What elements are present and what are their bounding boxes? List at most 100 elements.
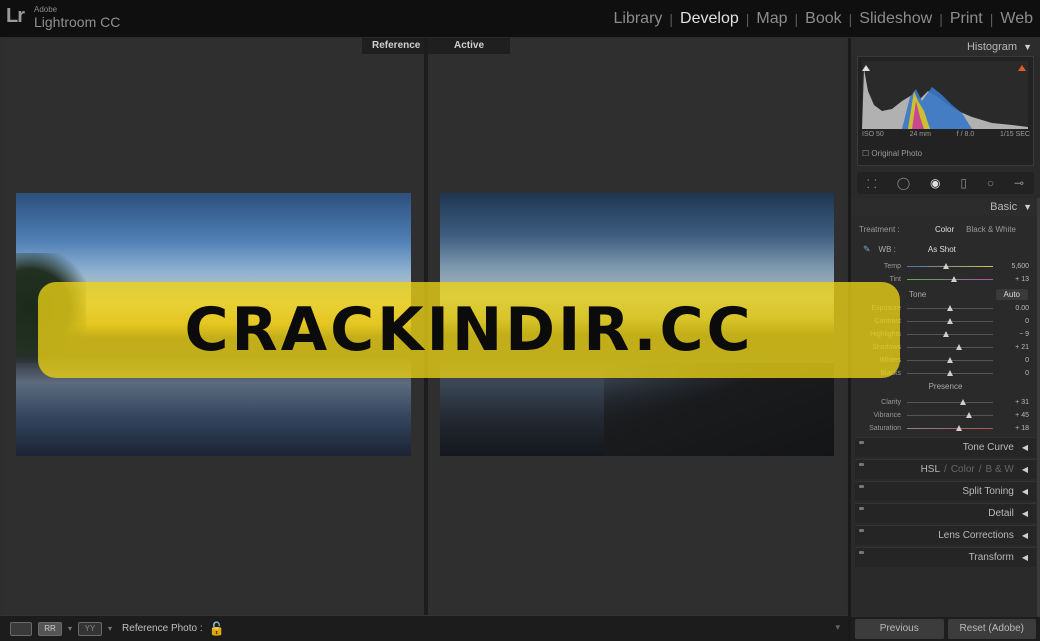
panel-footer: Previous Reset (Adobe) (851, 617, 1040, 641)
slider-track[interactable] (907, 318, 993, 324)
slider-track[interactable] (907, 370, 993, 376)
slider-clarity[interactable]: Clarity + 31 (855, 396, 1036, 409)
reference-photo-label: Reference Photo : (122, 623, 203, 634)
color-tab[interactable]: Color (951, 464, 975, 475)
loupe-view-button[interactable] (10, 621, 32, 636)
hsl-separator: / (944, 464, 947, 475)
lens-corrections-panel[interactable]: Lens Corrections ◀ (855, 525, 1036, 545)
collapse-arrow-icon[interactable]: ▼ (1023, 202, 1032, 212)
panel-switch-icon[interactable] (859, 551, 864, 554)
expand-arrow-icon[interactable]: ◀ (1022, 509, 1028, 518)
expand-arrow-icon[interactable]: ◀ (1022, 531, 1028, 540)
module-print[interactable]: Print (943, 10, 990, 28)
module-web[interactable]: Web (993, 10, 1040, 28)
eyedropper-icon[interactable]: ✎ (863, 244, 871, 255)
slider-value[interactable]: + 31 (993, 399, 1029, 406)
slider-value[interactable]: 5,600 (993, 263, 1029, 270)
slider-knob[interactable] (947, 357, 953, 363)
slider-knob[interactable] (959, 399, 966, 405)
original-photo-checkbox[interactable]: ☐ Original Photo (862, 149, 922, 158)
detail-panel[interactable]: Detail ◀ (855, 503, 1036, 523)
toolbar-menu-icon[interactable]: ▾ (835, 622, 840, 633)
histogram[interactable]: ISO 50 24 mm f / 8.0 1/15 SEC ☐ Original… (857, 56, 1034, 166)
slider-track[interactable] (907, 344, 993, 350)
auto-tone-button[interactable]: Auto (995, 288, 1028, 300)
slider-label: Saturation (869, 425, 901, 432)
slider-value[interactable]: + 45 (993, 412, 1029, 419)
bottom-toolbar: RR ▾ YY ▾ Reference Photo : 🔓 ▾ (0, 615, 848, 641)
slider-track[interactable] (907, 425, 993, 431)
panel-switch-icon[interactable] (859, 463, 864, 466)
module-develop[interactable]: Develop (673, 10, 746, 28)
reset-button[interactable]: Reset (Adobe) (947, 619, 1036, 639)
panel-switch-icon[interactable] (859, 485, 864, 488)
slider-track[interactable] (907, 399, 993, 405)
slider-knob[interactable] (955, 425, 962, 431)
previous-button[interactable]: Previous (855, 619, 944, 639)
panel-switch-icon[interactable] (859, 529, 864, 532)
split-toning-panel[interactable]: Split Toning ◀ (855, 481, 1036, 501)
chevron-down-icon[interactable]: ▾ (68, 624, 72, 633)
before-after-button[interactable]: YY (78, 621, 103, 636)
slider-value[interactable]: − 9 (993, 331, 1029, 338)
slider-track[interactable] (907, 276, 993, 282)
red-eye-icon[interactable]: ◉ (930, 176, 940, 190)
slider-track[interactable] (907, 357, 993, 363)
slider-knob[interactable] (947, 305, 953, 311)
slider-saturation[interactable]: Saturation + 18 (855, 422, 1036, 435)
module-map[interactable]: Map (749, 10, 794, 28)
tool-strip: ⸬ ◯ ◉ ▯ ○ ⊸ (857, 172, 1034, 194)
treatment-bw-button[interactable]: Black & White (966, 225, 1016, 234)
slider-value[interactable]: 0 (993, 357, 1029, 364)
watermark-text: CRACKINDIR.CC (184, 295, 754, 365)
hsl-panel[interactable]: HSL / Color / B & W ◀ (855, 459, 1036, 479)
slider-value[interactable]: 0 (993, 370, 1029, 377)
histogram-header[interactable]: Histogram ▼ (851, 38, 1040, 56)
module-library[interactable]: Library (607, 10, 670, 28)
slider-knob[interactable] (955, 344, 962, 350)
basic-header[interactable]: Basic ▼ (851, 198, 1040, 216)
hsl-tab[interactable]: HSL (921, 464, 940, 475)
tone-curve-panel[interactable]: Tone Curve ◀ (855, 437, 1036, 457)
slider-track[interactable] (907, 331, 993, 337)
slider-track[interactable] (907, 263, 993, 269)
transform-panel[interactable]: Transform ◀ (855, 547, 1036, 567)
slider-value[interactable]: + 13 (993, 276, 1029, 283)
module-slideshow[interactable]: Slideshow (852, 10, 939, 28)
chevron-down-icon[interactable]: ▾ (108, 624, 112, 633)
slider-track[interactable] (907, 305, 993, 311)
slider-temp[interactable]: Temp 5,600 (855, 260, 1036, 273)
crop-icon[interactable]: ⸬ (867, 175, 877, 192)
module-book[interactable]: Book (798, 10, 848, 28)
collapse-arrow-icon[interactable]: ▼ (1023, 42, 1032, 52)
panel-switch-icon[interactable] (859, 441, 864, 444)
graduated-filter-icon[interactable]: ▯ (960, 176, 967, 190)
expand-arrow-icon[interactable]: ◀ (1022, 443, 1028, 452)
adjustment-brush-icon[interactable]: ⊸ (1014, 176, 1024, 190)
slider-knob[interactable] (947, 318, 953, 324)
treatment-color-button[interactable]: Color (935, 225, 954, 234)
slider-value[interactable]: + 18 (993, 425, 1029, 432)
expand-arrow-icon[interactable]: ◀ (1022, 487, 1028, 496)
wb-select[interactable]: As Shot (928, 245, 956, 254)
panel-switch-icon[interactable] (859, 507, 864, 510)
slider-vibrance[interactable]: Vibrance + 45 (855, 409, 1036, 422)
slider-value[interactable]: 0.00 (993, 305, 1029, 312)
slider-knob[interactable] (942, 331, 949, 337)
bw-tab[interactable]: B & W (986, 464, 1014, 475)
slider-track[interactable] (907, 412, 993, 418)
slider-knob[interactable] (942, 263, 949, 269)
slider-value[interactable]: + 21 (993, 344, 1029, 351)
slider-value[interactable]: 0 (993, 318, 1029, 325)
lock-icon[interactable]: 🔓 (209, 621, 225, 637)
slider-knob[interactable] (951, 276, 958, 282)
slider-knob[interactable] (965, 412, 972, 418)
expand-arrow-icon[interactable]: ◀ (1022, 465, 1028, 474)
spot-removal-icon[interactable]: ◯ (897, 176, 910, 190)
radial-filter-icon[interactable]: ○ (987, 176, 994, 190)
slider-knob[interactable] (947, 370, 953, 376)
tone-label: Tone (909, 289, 927, 299)
basic-title: Basic (990, 201, 1018, 213)
expand-arrow-icon[interactable]: ◀ (1022, 553, 1028, 562)
reference-view-button[interactable]: RR (38, 621, 62, 636)
